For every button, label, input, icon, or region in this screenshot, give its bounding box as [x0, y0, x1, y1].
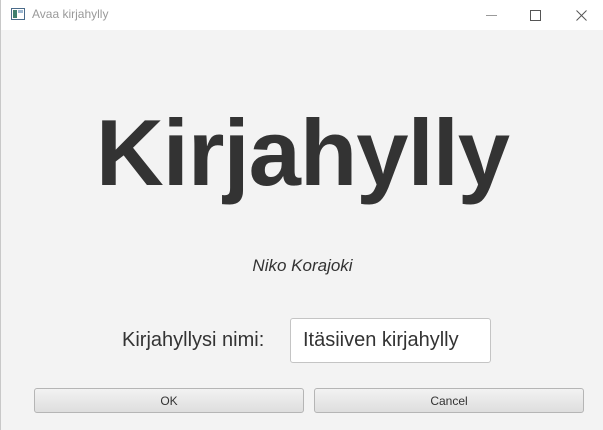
title-bar[interactable]: Avaa kirjahylly	[1, 0, 603, 30]
ok-button[interactable]: OK	[34, 388, 304, 413]
minimize-button[interactable]	[468, 0, 514, 30]
bookshelf-name-label: Kirjahyllysi nimi:	[122, 329, 265, 351]
author-name: Niko Korajoki	[252, 256, 353, 275]
app-title: Kirjahylly	[95, 100, 510, 205]
close-icon	[575, 9, 587, 21]
maximize-icon	[529, 9, 541, 21]
cancel-button[interactable]: Cancel	[314, 388, 584, 413]
dialog-content: Kirjahylly Niko Korajoki Kirjahyllysi ni…	[1, 30, 603, 430]
bookshelf-name-input[interactable]	[290, 318, 491, 363]
close-button[interactable]	[558, 0, 603, 30]
minimize-icon	[485, 14, 497, 16]
window-title: Avaa kirjahylly	[32, 7, 109, 21]
app-icon	[11, 8, 25, 20]
name-row: Kirjahyllysi nimi:	[1, 318, 603, 363]
maximize-button[interactable]	[512, 0, 558, 30]
dialog-window: Avaa kirjahylly Kirjahylly Niko Korajoki…	[0, 0, 603, 430]
